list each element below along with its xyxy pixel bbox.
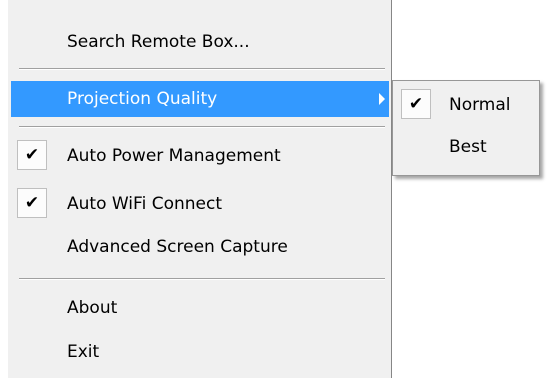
menu-item-label: Advanced Screen Capture (67, 237, 288, 257)
menu-item-label: Auto Power Management (67, 146, 281, 166)
menu-item-search-remote-box[interactable]: Search Remote Box... (11, 24, 389, 60)
menu-separator (19, 68, 385, 70)
submenu-item-label: Best (449, 137, 487, 157)
submenu-item-label: Normal (449, 95, 511, 115)
context-menu: Search Remote Box... Projection Quality … (8, 0, 392, 378)
menu-item-exit[interactable]: Exit (11, 334, 389, 370)
menu-item-projection-quality[interactable]: Projection Quality (11, 81, 389, 117)
submenu-item-best[interactable]: Best (395, 133, 537, 169)
menu-separator (19, 126, 385, 128)
submenu-arrow-icon (379, 93, 385, 105)
menu-item-label: About (67, 298, 118, 318)
submenu-item-normal[interactable]: ✔ Normal (395, 87, 537, 123)
menu-item-advanced-screen-capture[interactable]: Advanced Screen Capture (11, 229, 389, 265)
checkmark-icon: ✔ (401, 89, 431, 119)
menu-item-label: Projection Quality (67, 89, 218, 109)
menu-item-auto-wifi-connect[interactable]: ✔ Auto WiFi Connect (11, 186, 389, 222)
menu-item-auto-power-management[interactable]: ✔ Auto Power Management (11, 138, 389, 174)
projection-quality-submenu: ✔ Normal Best (392, 80, 540, 176)
menu-item-about[interactable]: About (11, 290, 389, 326)
checkmark-icon: ✔ (17, 188, 47, 218)
menu-item-label: Exit (67, 342, 100, 362)
checkmark-icon: ✔ (17, 140, 47, 170)
menu-separator (19, 278, 385, 280)
menu-item-label: Auto WiFi Connect (67, 194, 222, 214)
menu-item-label: Search Remote Box... (67, 32, 250, 52)
